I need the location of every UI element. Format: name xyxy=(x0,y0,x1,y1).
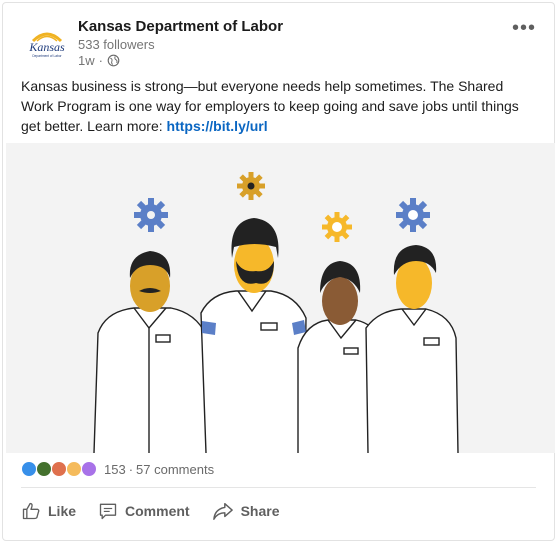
curious-icon xyxy=(81,461,97,477)
comment-label: Comment xyxy=(125,503,190,519)
meta-separator: · xyxy=(98,53,103,68)
share-button[interactable]: Share xyxy=(212,501,280,521)
kansas-dol-logo[interactable]: Kansas Department of Labor xyxy=(23,21,71,69)
clap-icon xyxy=(36,461,52,477)
post-body: Kansas business is strong—but everyone n… xyxy=(21,76,539,136)
comment-icon xyxy=(99,503,117,520)
gear-icon xyxy=(237,172,265,200)
follower-count: 533 followers xyxy=(78,37,155,52)
post-illustration[interactable] xyxy=(6,143,555,454)
people-gears-illustration xyxy=(93,172,459,454)
like-button[interactable]: Like xyxy=(21,501,76,521)
divider xyxy=(21,487,536,488)
reaction-count[interactable]: 153 xyxy=(104,462,126,477)
gear-icon xyxy=(322,212,352,242)
post-text: Kansas business is strong—but everyone n… xyxy=(21,78,519,134)
reactions-bar[interactable]: 153 · 57 comments xyxy=(21,461,214,477)
love-icon xyxy=(51,461,67,477)
insightful-icon xyxy=(66,461,82,477)
post-link[interactable]: https://bit.ly/url xyxy=(167,118,268,134)
feed-post-card: Kansas Department of Labor Kansas Depart… xyxy=(2,2,555,541)
share-arrow-icon xyxy=(212,503,233,520)
worker-figure xyxy=(200,290,307,454)
post-time: 1w xyxy=(78,53,95,68)
globe-icon xyxy=(107,54,120,67)
thumbs-up-icon xyxy=(22,502,40,520)
action-bar: Like Comment Share xyxy=(21,501,280,521)
like-icon xyxy=(21,461,37,477)
logo-subtext: Department of Labor xyxy=(32,54,62,58)
like-label: Like xyxy=(48,503,77,519)
gear-icon xyxy=(396,198,430,232)
count-separator: · xyxy=(128,461,134,477)
comment-button[interactable]: Comment xyxy=(98,501,190,521)
worker-figure xyxy=(93,307,212,454)
comment-count[interactable]: 57 comments xyxy=(136,462,214,477)
share-label: Share xyxy=(240,503,280,519)
gear-icon xyxy=(134,198,168,232)
post-meta: 1w · xyxy=(78,53,120,68)
author-name[interactable]: Kansas Department of Labor xyxy=(78,18,283,35)
more-options-button[interactable]: ••• xyxy=(512,17,536,40)
worker-figure xyxy=(365,308,459,454)
logo-text: Kansas xyxy=(28,40,65,54)
